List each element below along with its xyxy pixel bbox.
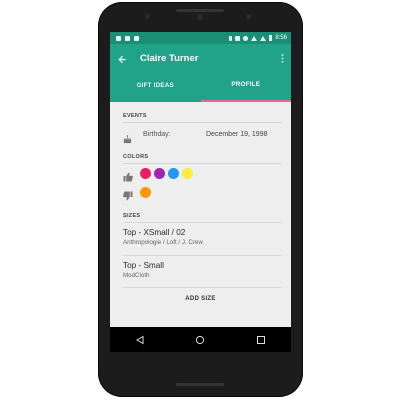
more-vert-icon[interactable] [281, 54, 284, 66]
divider [123, 122, 281, 123]
size-item[interactable]: Top - XSmall / 02 Anthropologie / Loft /… [123, 228, 283, 246]
events-header: EVENTS [123, 113, 147, 119]
color-swatch-pink[interactable] [140, 168, 151, 179]
size-item[interactable]: Top - Small ModCloth [123, 261, 283, 279]
divider [123, 255, 281, 256]
download-icon [134, 35, 139, 41]
nav-back-icon[interactable] [134, 334, 146, 346]
event-label: Birthday: [143, 131, 171, 138]
tab-profile[interactable]: PROFILE [200, 72, 291, 102]
arrow-back-icon[interactable] [118, 55, 127, 67]
status-time: 8:56 [275, 35, 287, 41]
status-bar: 8:56 [110, 32, 291, 44]
divider [123, 222, 281, 223]
color-swatch-purple[interactable] [154, 168, 165, 179]
size-stores: ModCloth [123, 272, 150, 279]
bottom-speaker [176, 383, 224, 386]
bluetooth-icon [229, 35, 233, 41]
disliked-colors-row [123, 187, 283, 201]
mail-icon [125, 35, 130, 41]
thumb-down-icon [123, 188, 133, 201]
navigation-bar [110, 327, 291, 352]
sizes-header: SIZES [123, 213, 141, 219]
battery-icon [269, 35, 273, 41]
light-sensor [246, 14, 251, 19]
tab-bar: GIFT IDEAS PROFILE [110, 72, 291, 102]
nav-recents-icon[interactable] [255, 334, 267, 346]
nav-home-icon[interactable] [194, 334, 206, 346]
phone-screen: 8:56 Claire Turner GIFT IDEAS PROFILE EV… [110, 32, 291, 352]
color-swatch-yellow[interactable] [182, 168, 193, 179]
tab-gift-ideas[interactable]: GIFT IDEAS [110, 72, 201, 102]
vibrate-icon [235, 35, 241, 41]
thumb-up-icon [123, 169, 133, 182]
divider [123, 287, 281, 288]
front-camera [197, 14, 203, 20]
profile-content: EVENTS Birthday: December 19, 1998 COLOR… [110, 102, 291, 352]
liked-colors-row [123, 168, 283, 182]
earpiece-speaker [176, 9, 224, 12]
event-row-birthday[interactable]: Birthday: December 19, 1998 [123, 130, 283, 144]
size-title: Top - Small [123, 261, 164, 270]
proximity-sensor [145, 14, 150, 19]
size-stores: Anthropologie / Loft / J. Crew [123, 239, 203, 246]
page-title: Claire Turner [140, 53, 199, 64]
notification-icon [116, 35, 121, 41]
cake-icon [123, 131, 132, 144]
wifi-icon [251, 35, 258, 41]
size-title: Top - XSmall / 02 [123, 228, 186, 237]
divider [123, 163, 281, 164]
color-swatch-blue[interactable] [168, 168, 179, 179]
add-size-button[interactable]: ADD SIZE [110, 296, 291, 302]
alarm-icon [243, 35, 249, 41]
colors-header: COLORS [123, 154, 149, 160]
signal-icon [260, 35, 267, 41]
color-swatch-orange[interactable] [140, 187, 151, 198]
event-date: December 19, 1998 [206, 131, 268, 138]
